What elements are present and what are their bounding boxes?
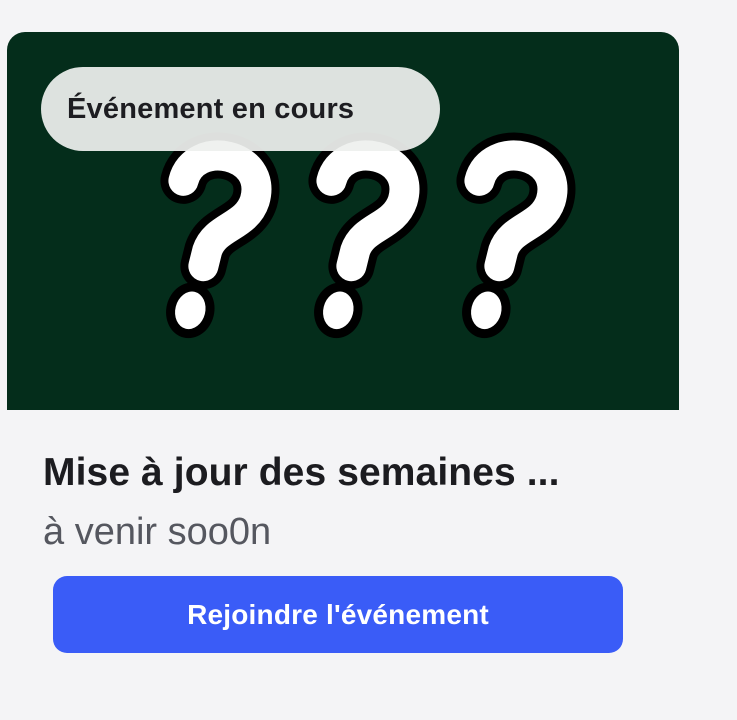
join-event-button-label: Rejoindre l'événement <box>187 598 489 630</box>
event-subtitle: à venir soo0n <box>43 511 272 553</box>
status-badge: Événement en cours <box>41 67 440 151</box>
event-title[interactable]: Mise à jour des semaines ... <box>43 451 663 495</box>
join-event-button[interactable]: Rejoindre l'événement <box>53 576 623 653</box>
status-badge-label: Événement en cours <box>67 92 355 125</box>
event-card[interactable]: Événement en cours Mise à jour des semai… <box>0 0 737 720</box>
